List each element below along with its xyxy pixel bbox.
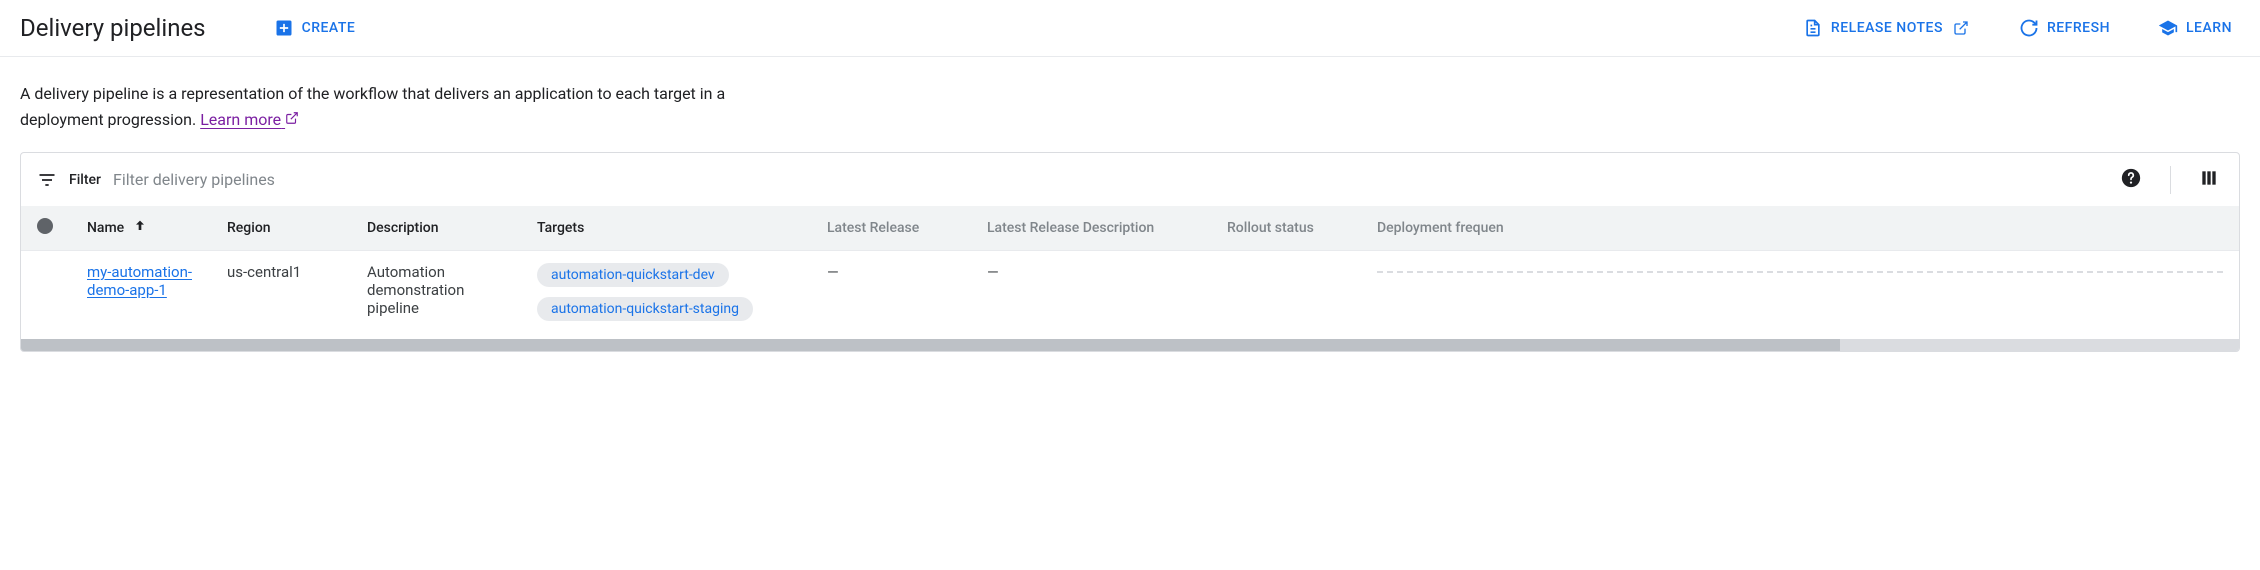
- cell-rollout-status: [1211, 251, 1361, 340]
- columns-icon: [2199, 168, 2219, 191]
- pipeline-link[interactable]: my-automation-demo-app-1: [87, 263, 195, 299]
- cell-description: Automation demonstration pipeline: [351, 251, 521, 340]
- cell-name: my-automation-demo-app-1: [71, 251, 211, 340]
- table-row[interactable]: my-automation-demo-app-1 us-central1 Aut…: [21, 251, 2239, 340]
- target-chip[interactable]: automation-quickstart-staging: [537, 297, 753, 321]
- cell-latest-release: —: [811, 251, 971, 340]
- description-block: A delivery pipeline is a representation …: [0, 57, 760, 152]
- learn-button[interactable]: LEARN: [2150, 12, 2240, 44]
- description-text: A delivery pipeline is a representation …: [20, 84, 725, 129]
- notes-icon: [1803, 18, 1823, 38]
- cell-latest-release-description: —: [971, 251, 1211, 340]
- column-region[interactable]: Region: [211, 206, 351, 251]
- create-button-label: CREATE: [302, 20, 356, 36]
- column-status[interactable]: [21, 206, 71, 251]
- graduation-cap-icon: [2158, 18, 2178, 38]
- filter-input[interactable]: [113, 170, 2104, 189]
- column-latest-release-description[interactable]: Latest Release Description: [971, 206, 1211, 251]
- refresh-label: REFRESH: [2047, 20, 2110, 36]
- header-actions: RELEASE NOTES REFRESH LEARN: [1795, 12, 2240, 44]
- column-description[interactable]: Description: [351, 206, 521, 251]
- divider: [2170, 166, 2171, 194]
- filter-icon: [37, 170, 57, 190]
- scrollbar-thumb[interactable]: [21, 339, 1840, 351]
- column-targets[interactable]: Targets: [521, 206, 811, 251]
- refresh-button[interactable]: REFRESH: [2011, 12, 2118, 44]
- filter-right: [2116, 163, 2223, 196]
- learn-more-link[interactable]: Learn more: [200, 110, 299, 129]
- page-header: Delivery pipelines CREATE RELEASE NOTES …: [0, 0, 2260, 57]
- release-notes-label: RELEASE NOTES: [1831, 20, 1943, 36]
- table-header-row: Name Region Description Targets Latest R…: [21, 206, 2239, 251]
- filter-bar: Filter: [21, 153, 2239, 206]
- external-link-icon: [285, 110, 299, 129]
- column-rollout-status[interactable]: Rollout status: [1211, 206, 1361, 251]
- horizontal-scrollbar[interactable]: [21, 339, 2239, 351]
- pipelines-table: Name Region Description Targets Latest R…: [21, 206, 2239, 339]
- column-deployment-frequency[interactable]: Deployment frequen: [1361, 206, 2239, 251]
- help-icon: [2120, 167, 2142, 192]
- columns-button[interactable]: [2195, 164, 2223, 195]
- help-button[interactable]: [2116, 163, 2146, 196]
- column-name[interactable]: Name: [71, 206, 211, 251]
- create-button[interactable]: CREATE: [266, 12, 364, 44]
- learn-label: LEARN: [2186, 20, 2232, 36]
- cell-deployment-frequency: [1361, 251, 2239, 340]
- column-latest-release[interactable]: Latest Release: [811, 206, 971, 251]
- external-link-icon: [1951, 18, 1971, 38]
- cell-region: us-central1: [211, 251, 351, 340]
- filter-label: Filter: [69, 172, 101, 188]
- page-title: Delivery pipelines: [20, 14, 206, 42]
- status-dot-icon: [37, 218, 53, 234]
- plus-box-icon: [274, 18, 294, 38]
- column-name-label: Name: [87, 220, 124, 236]
- cell-targets: automation-quickstart-dev automation-qui…: [521, 251, 811, 340]
- cell-status: [21, 251, 71, 340]
- table-container: Filter Name: [20, 152, 2240, 352]
- refresh-icon: [2019, 18, 2039, 38]
- target-chip[interactable]: automation-quickstart-dev: [537, 263, 729, 287]
- release-notes-button[interactable]: RELEASE NOTES: [1795, 12, 1979, 44]
- arrow-up-icon: [132, 218, 148, 238]
- learn-more-label: Learn more: [200, 110, 281, 129]
